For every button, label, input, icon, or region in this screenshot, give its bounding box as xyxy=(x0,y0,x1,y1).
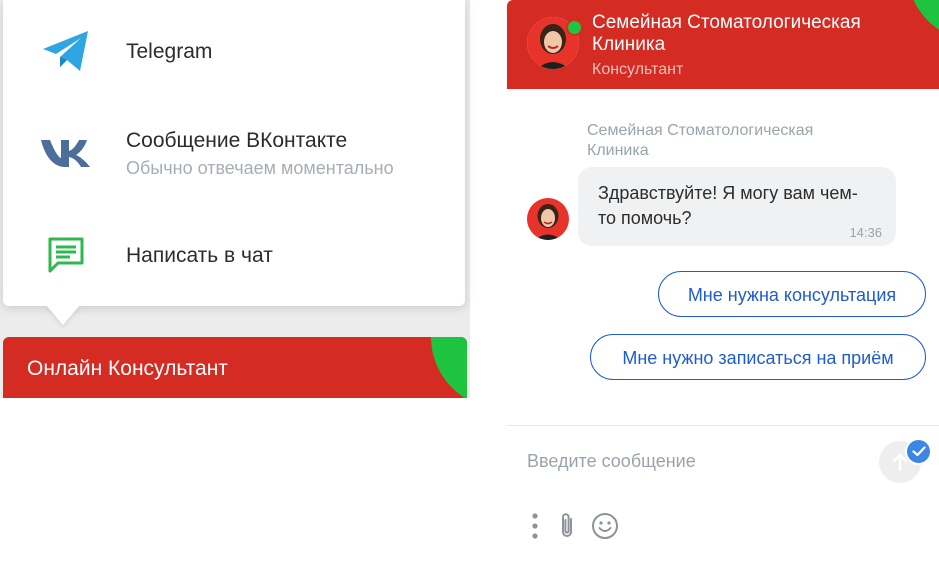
chat-icon xyxy=(41,230,91,280)
chat-subtitle: Консультант xyxy=(592,61,684,78)
more-icon[interactable] xyxy=(521,512,549,540)
online-consultant-label: Онлайн Консультант xyxy=(27,357,228,380)
quick-reply-appointment-button[interactable]: Мне нужно записаться на приём xyxy=(590,334,926,380)
chat-title: Семейная Стоматологическая Клиника xyxy=(592,12,861,55)
paperclip-icon[interactable] xyxy=(553,512,581,540)
message-sender: Семейная Стоматологическая Клиника xyxy=(587,122,814,159)
message-input[interactable] xyxy=(527,445,857,477)
emoji-icon[interactable] xyxy=(591,512,619,540)
quick-reply-consultation-button[interactable]: Мне нужна консультация xyxy=(658,271,926,317)
divider xyxy=(507,425,939,426)
message-text: Здравствуйте! Я могу вам чем-то помочь? xyxy=(598,183,858,228)
channel-subtitle: Обычно отвечаем моментально xyxy=(126,158,394,178)
channel-title: Telegram xyxy=(126,40,213,63)
message-bubble: Здравствуйте! Я могу вам чем-то помочь? … xyxy=(578,167,896,246)
telegram-icon xyxy=(41,26,91,76)
channel-title: Написать в чат xyxy=(126,244,273,267)
leaf-decoration xyxy=(907,0,939,42)
popup-pointer xyxy=(46,305,80,325)
message-avatar xyxy=(527,198,569,240)
online-status-dot xyxy=(566,19,583,36)
channels-popup: Telegram Сообщение ВКонтакте Обычно отве… xyxy=(3,0,465,306)
vk-icon xyxy=(41,128,91,178)
channel-title: Сообщение ВКонтакте xyxy=(126,129,348,152)
online-consultant-button[interactable]: Онлайн Консультант xyxy=(3,337,467,398)
contact-widget: Telegram Сообщение ВКонтакте Обычно отве… xyxy=(0,0,470,398)
channel-web-chat[interactable]: Написать в чат xyxy=(3,216,465,296)
leaf-decoration xyxy=(431,337,467,398)
channel-vkontakte[interactable]: Сообщение ВКонтакте Обычно отвечаем моме… xyxy=(3,102,465,182)
message-time: 14:36 xyxy=(849,225,882,240)
channel-telegram[interactable]: Telegram xyxy=(3,12,465,92)
chat-header: Семейная Стоматологическая Клиника Консу… xyxy=(507,0,939,89)
check-icon xyxy=(905,438,932,465)
